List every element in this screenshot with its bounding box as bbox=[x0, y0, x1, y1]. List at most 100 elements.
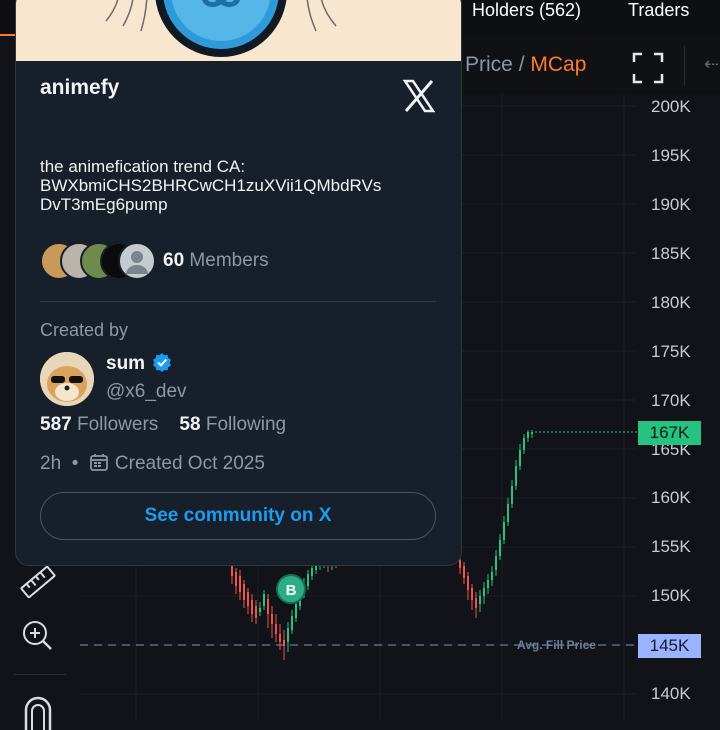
avatar bbox=[118, 242, 156, 280]
toolbar-separator bbox=[14, 674, 66, 675]
candle bbox=[495, 556, 497, 570]
candle bbox=[295, 604, 297, 618]
creator-stats: 587 Followers 58 Following bbox=[40, 414, 286, 436]
chart-toolbar: Price / MCap ⇠ bbox=[460, 36, 720, 94]
member-avatars[interactable] bbox=[40, 242, 160, 282]
drawing-toolbar bbox=[0, 540, 80, 730]
candle bbox=[483, 588, 485, 596]
y-axis-label: 195K bbox=[651, 146, 691, 165]
y-axis-label: 155K bbox=[651, 537, 691, 556]
members-label: Members bbox=[189, 250, 269, 271]
community-name: animefy bbox=[40, 76, 120, 99]
mcap-option[interactable]: MCap bbox=[530, 53, 586, 76]
price-mcap-toggle[interactable]: Price / MCap bbox=[465, 53, 586, 77]
fullscreen-icon[interactable] bbox=[632, 52, 664, 84]
candle bbox=[523, 438, 525, 450]
candle bbox=[531, 432, 533, 434]
creator-handle[interactable]: @x6_dev bbox=[106, 381, 187, 403]
followers-count: 587 bbox=[40, 414, 72, 435]
y-axis-label: 175K bbox=[651, 342, 691, 361]
candle bbox=[235, 572, 237, 586]
candle bbox=[251, 600, 253, 614]
divider bbox=[40, 301, 436, 302]
avg-fill-label: Avg. Fill Price bbox=[517, 638, 596, 652]
y-axis-label: 140K bbox=[651, 684, 691, 703]
following-label: Following bbox=[205, 414, 287, 435]
candle bbox=[283, 640, 285, 646]
candle bbox=[275, 624, 277, 634]
members-number: 60 bbox=[163, 250, 185, 271]
meta-dot: • bbox=[71, 453, 79, 474]
community-popover: animefy the animefication trend CA: BWXb… bbox=[15, 0, 462, 566]
description-line: the animefication trend CA: bbox=[40, 157, 246, 176]
creator-avatar[interactable] bbox=[40, 352, 94, 406]
see-community-button[interactable]: See community on X bbox=[40, 492, 436, 540]
tab-traders[interactable]: Traders bbox=[628, 0, 689, 24]
creator-name[interactable]: sum bbox=[106, 352, 172, 375]
magnet-icon[interactable] bbox=[18, 690, 58, 730]
candle bbox=[463, 566, 465, 578]
community-banner-image bbox=[105, 0, 337, 57]
candle bbox=[503, 522, 505, 540]
candle bbox=[263, 594, 265, 606]
candle bbox=[479, 596, 481, 604]
creator-name-text: sum bbox=[106, 353, 146, 374]
default-avatar-icon bbox=[126, 251, 148, 274]
candle bbox=[527, 432, 529, 438]
toggle-separator: / bbox=[518, 53, 525, 76]
community-banner bbox=[16, 0, 461, 61]
ruler-icon[interactable] bbox=[18, 562, 58, 602]
followers-label: Followers bbox=[76, 414, 159, 435]
y-axis-label: 190K bbox=[651, 195, 691, 214]
candle bbox=[511, 486, 513, 504]
price-option[interactable]: Price bbox=[465, 53, 513, 76]
candle bbox=[515, 466, 517, 486]
candle bbox=[239, 576, 241, 592]
candle bbox=[519, 450, 521, 466]
toolbar-divider bbox=[684, 46, 685, 86]
candle bbox=[267, 599, 269, 614]
avg-fill-price-tag: 145K bbox=[638, 634, 701, 658]
tab-holders[interactable]: Holders (562) bbox=[472, 0, 581, 24]
candle bbox=[247, 592, 249, 606]
arrow-left-icon[interactable]: ⇠ bbox=[704, 54, 719, 75]
candle bbox=[259, 608, 261, 612]
candle bbox=[487, 580, 489, 588]
candle bbox=[475, 598, 477, 608]
community-description: the animefication trend CA: BWXbmiCHS2BH… bbox=[40, 157, 440, 214]
members-count: 60 Members bbox=[163, 250, 269, 272]
y-axis-label: 185K bbox=[651, 244, 691, 263]
candle bbox=[291, 616, 293, 630]
y-axis-label: 180K bbox=[651, 293, 691, 312]
verified-badge-icon bbox=[153, 353, 172, 372]
x-logo-icon[interactable] bbox=[402, 79, 436, 113]
y-axis-label: 150K bbox=[651, 586, 691, 605]
candle bbox=[279, 634, 281, 642]
candle bbox=[467, 576, 469, 590]
community-meta: 2h • Created Oct 2025 bbox=[40, 452, 265, 475]
candle bbox=[499, 540, 501, 556]
candle bbox=[471, 588, 473, 600]
current-price-tag: 167K bbox=[638, 421, 701, 445]
community-age: 2h bbox=[40, 453, 62, 474]
candle bbox=[231, 566, 233, 576]
following-count: 58 bbox=[179, 414, 201, 435]
creator-avatar-image bbox=[40, 352, 94, 406]
candle bbox=[255, 606, 257, 618]
candle bbox=[307, 574, 309, 586]
calendar-icon bbox=[90, 454, 108, 471]
description-line: DvT3mEg6pump bbox=[40, 195, 168, 214]
created-by-label: Created by bbox=[40, 320, 129, 340]
candle bbox=[459, 560, 461, 568]
description-line: BWXbmiCHS2BHRCwCH1zuXVii1QMbdRVs bbox=[40, 176, 382, 195]
zoom-in-icon[interactable] bbox=[18, 616, 58, 656]
candle bbox=[311, 568, 313, 576]
created-date: Created Oct 2025 bbox=[114, 453, 265, 474]
candle bbox=[243, 584, 245, 600]
candle bbox=[507, 504, 509, 522]
y-axis-label: 200K bbox=[651, 97, 691, 116]
buy-marker[interactable]: B bbox=[276, 574, 306, 604]
y-axis-label: 160K bbox=[651, 488, 691, 507]
y-axis-label: 170K bbox=[651, 391, 691, 410]
candle bbox=[287, 628, 289, 642]
